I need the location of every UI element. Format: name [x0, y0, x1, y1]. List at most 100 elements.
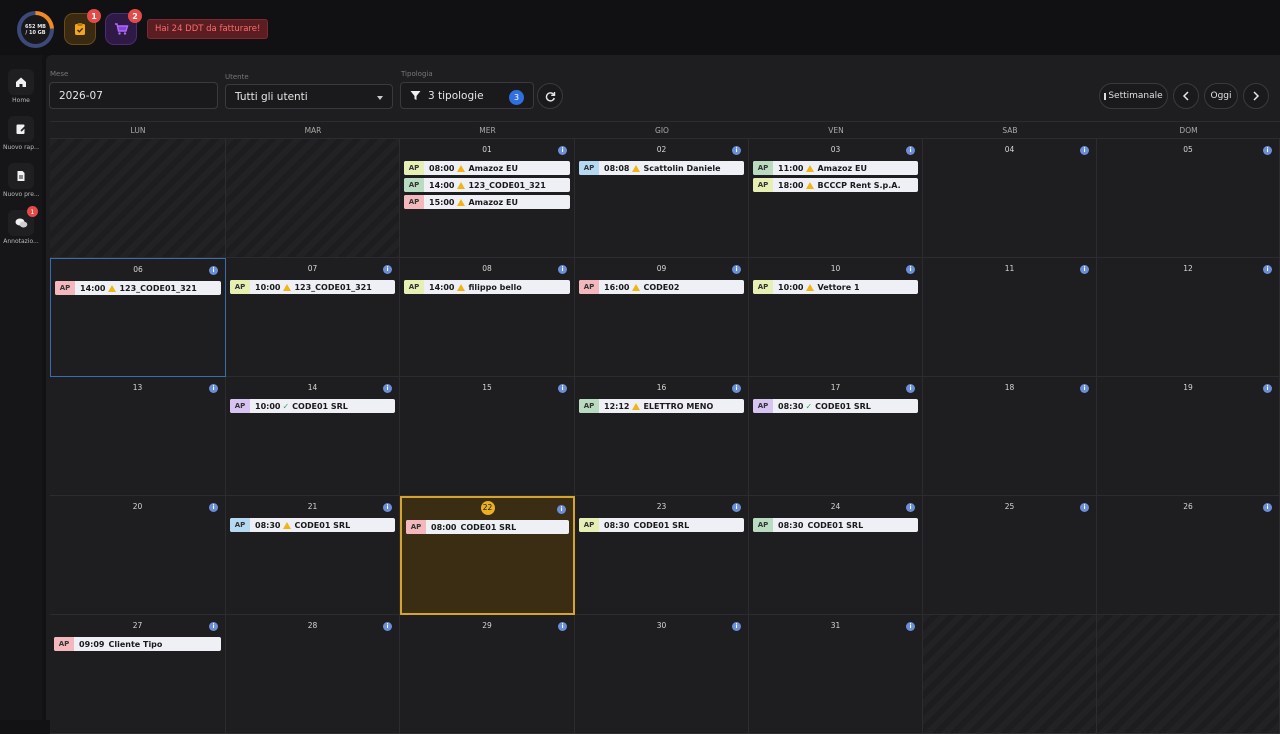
calendar-day-cell[interactable]: 18 i [923, 377, 1097, 496]
calendar-day-cell[interactable]: 01 i AP 08:00 Amazoz EU AP 14:00 123_CODE01_321… [400, 139, 575, 258]
calendar-day-cell[interactable]: 28 i [226, 615, 400, 734]
info-icon[interactable]: i [1080, 265, 1089, 274]
calendar-event[interactable]: AP 08:30 CODE01 SRL [753, 518, 918, 532]
calendar-day-cell[interactable]: 16 i AP 12:12 ELETTRO MENO [575, 377, 749, 496]
ddt-alert[interactable]: Hai 24 DDT da fatturare! [147, 19, 269, 39]
calendar-day-cell[interactable]: 04 i [923, 139, 1097, 258]
calendar-day-cell[interactable]: 31 i [749, 615, 923, 734]
calendar-day-cell[interactable]: 22 i AP 08:00 CODE01 SRL [400, 496, 575, 615]
event-type-tag: AP [230, 518, 250, 532]
info-icon[interactable]: i [209, 622, 218, 631]
info-icon[interactable]: i [209, 384, 218, 393]
month-field[interactable] [49, 82, 218, 109]
calendar-day-cell[interactable]: 05 i [1097, 139, 1280, 258]
calendar-event[interactable]: AP 11:00 Amazoz EU [753, 161, 918, 175]
calendar-day-cell[interactable]: 30 i [575, 615, 749, 734]
calendar-day-cell[interactable]: 08 i AP 14:00 filippo bello [400, 258, 575, 377]
info-icon[interactable]: i [557, 505, 566, 514]
calendar-day-cell[interactable]: 24 i AP 08:30 CODE01 SRL [749, 496, 923, 615]
info-icon[interactable]: i [558, 384, 567, 393]
calendar-day-cell[interactable]: 14 i AP 10:00 ✓ CODE01 SRL [226, 377, 400, 496]
calendar-day-cell[interactable]: 15 i [400, 377, 575, 496]
calendar-day-cell[interactable]: 20 i [50, 496, 226, 615]
calendar-day-cell[interactable]: 09 i AP 16:00 CODE02 [575, 258, 749, 377]
info-icon[interactable]: i [906, 503, 915, 512]
info-icon[interactable]: i [383, 384, 392, 393]
calendar-event[interactable]: AP 14:00 filippo bello [404, 280, 570, 294]
info-icon[interactable]: i [906, 622, 915, 631]
info-icon[interactable]: i [1263, 503, 1272, 512]
calendar-day-cell[interactable]: 12 i [1097, 258, 1280, 377]
calendar-day-cell[interactable]: 07 i AP 10:00 123_CODE01_321 [226, 258, 400, 377]
info-icon[interactable]: i [209, 503, 218, 512]
today-button[interactable]: Oggi [1204, 83, 1238, 109]
calendar-event[interactable]: AP 14:00 123_CODE01_321 [404, 178, 570, 192]
calendar-event[interactable]: AP 10:00 123_CODE01_321 [230, 280, 395, 294]
calendar-day-cell[interactable]: 03 i AP 11:00 Amazoz EU AP 18:00 BCCCP Rent S.p… [749, 139, 923, 258]
warning-icon [457, 164, 466, 172]
refresh-button[interactable] [537, 83, 563, 109]
sidebar-item-home[interactable]: Home [3, 69, 39, 104]
calendar-event[interactable]: AP 12:12 ELETTRO MENO [579, 399, 744, 413]
info-icon[interactable]: i [1080, 384, 1089, 393]
previous-month-button[interactable] [1173, 83, 1199, 109]
calendar-event[interactable]: AP 08:08 Scattolin Daniele [579, 161, 744, 175]
info-icon[interactable]: i [383, 622, 392, 631]
calendar-day-cell[interactable]: 11 i [923, 258, 1097, 377]
calendar-day-cell[interactable]: 21 i AP 08:30 CODE01 SRL [226, 496, 400, 615]
calendar-day-cell[interactable]: 23 i AP 08:30 CODE01 SRL [575, 496, 749, 615]
info-icon[interactable]: i [558, 146, 567, 155]
calendar-event[interactable]: AP 08:00 CODE01 SRL [406, 520, 569, 534]
calendar-event[interactable]: AP 09:09 Cliente Tipo [54, 637, 221, 651]
info-icon[interactable]: i [558, 622, 567, 631]
info-icon[interactable]: i [1080, 503, 1089, 512]
weekly-view-button[interactable]: Settimanale [1099, 83, 1168, 109]
calendar-event[interactable]: AP 10:00 ✓ CODE01 SRL [230, 399, 395, 413]
calendar-event[interactable]: AP 08:30 ✓ CODE01 SRL [753, 399, 918, 413]
calendar-event[interactable]: AP 10:00 Vettore 1 [753, 280, 918, 294]
user-select[interactable]: Tutti gli utenti [225, 84, 393, 109]
info-icon[interactable]: i [558, 265, 567, 274]
sidebar-item-notes[interactable]: 1 Annotazio... [3, 206, 39, 245]
info-icon[interactable]: i [383, 503, 392, 512]
type-filter[interactable]: 3 tipologie 3 [400, 82, 534, 109]
sidebar-item-new-report[interactable]: Nuovo rap... [3, 116, 39, 151]
calendar-day-cell[interactable]: 06 i AP 14:00 123_CODE01_321 [50, 258, 226, 377]
info-icon[interactable]: i [906, 265, 915, 274]
orders-button[interactable]: 1 [64, 9, 101, 45]
storage-usage-ring[interactable]: 652 MB / 10 GB [17, 11, 54, 48]
info-icon[interactable]: i [209, 266, 218, 275]
calendar-event[interactable]: AP 15:00 Amazoz EU [404, 195, 570, 209]
calendar-day-cell[interactable]: 26 i [1097, 496, 1280, 615]
calendar-day-cell[interactable]: 17 i AP 08:30 ✓ CODE01 SRL [749, 377, 923, 496]
calendar-event[interactable]: AP 18:00 BCCCP Rent S.p.A. [753, 178, 918, 192]
next-month-button[interactable] [1243, 83, 1269, 109]
calendar-day-cell[interactable]: 27 i AP 09:09 Cliente Tipo [50, 615, 226, 734]
info-icon[interactable]: i [383, 265, 392, 274]
month-input[interactable] [59, 89, 217, 102]
info-icon[interactable]: i [732, 503, 741, 512]
calendar-day-cell[interactable]: 10 i AP 10:00 Vettore 1 [749, 258, 923, 377]
info-icon[interactable]: i [732, 146, 741, 155]
info-icon[interactable]: i [1080, 146, 1089, 155]
info-icon[interactable]: i [906, 146, 915, 155]
info-icon[interactable]: i [1263, 384, 1272, 393]
info-icon[interactable]: i [732, 622, 741, 631]
calendar-event[interactable]: AP 08:00 Amazoz EU [404, 161, 570, 175]
info-icon[interactable]: i [732, 265, 741, 274]
calendar-event[interactable]: AP 14:00 123_CODE01_321 [55, 281, 221, 295]
calendar-day-cell[interactable]: 29 i [400, 615, 575, 734]
calendar-day-cell[interactable]: 02 i AP 08:08 Scattolin Daniele [575, 139, 749, 258]
calendar-event[interactable]: AP 08:30 CODE01 SRL [579, 518, 744, 532]
calendar-day-cell[interactable]: 13 i [50, 377, 226, 496]
calendar-event[interactable]: AP 08:30 CODE01 SRL [230, 518, 395, 532]
info-icon[interactable]: i [906, 384, 915, 393]
info-icon[interactable]: i [1263, 146, 1272, 155]
calendar-day-cell[interactable]: 25 i [923, 496, 1097, 615]
cart-button[interactable]: 2 [105, 9, 142, 45]
info-icon[interactable]: i [1263, 265, 1272, 274]
calendar-event[interactable]: AP 16:00 CODE02 [579, 280, 744, 294]
sidebar-item-new-quote[interactable]: Nuovo pre... [3, 163, 39, 198]
calendar-day-cell[interactable]: 19 i [1097, 377, 1280, 496]
info-icon[interactable]: i [732, 384, 741, 393]
